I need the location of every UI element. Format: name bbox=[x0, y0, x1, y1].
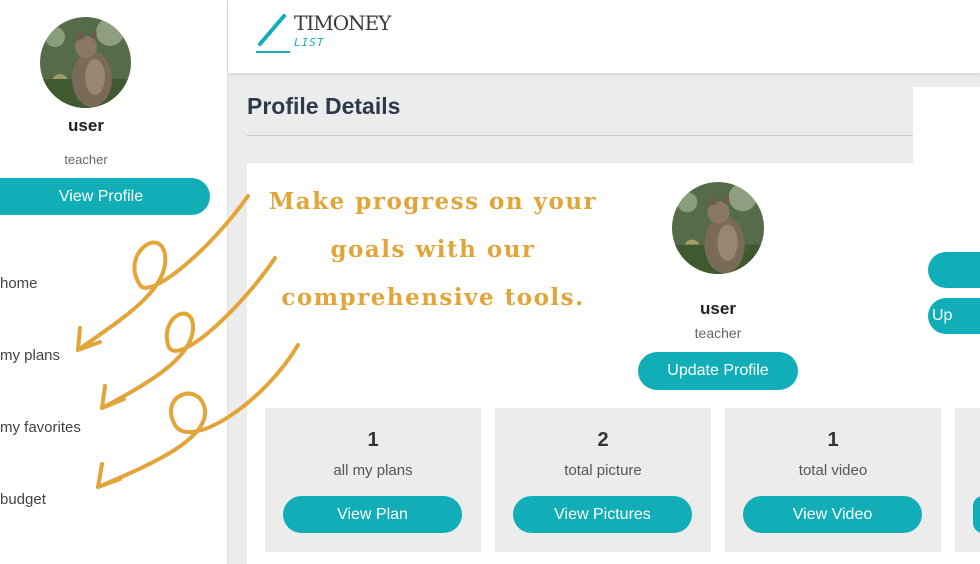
logo-subtitle: LIST bbox=[294, 36, 325, 49]
stat-label: total video bbox=[798, 462, 868, 479]
view-video-button[interactable]: View Video bbox=[743, 496, 922, 533]
sidebar-user-role: teacher bbox=[64, 152, 108, 167]
right-panel-button[interactable] bbox=[928, 252, 980, 288]
right-panel-update-button[interactable]: Up bbox=[928, 298, 980, 334]
stat-partial-button[interactable] bbox=[973, 496, 980, 533]
stat-label: total picture bbox=[564, 462, 642, 479]
promo-line: Make progress on your bbox=[268, 188, 598, 215]
sidebar-avatar[interactable] bbox=[40, 17, 131, 108]
top-header: TIMONEY LIST bbox=[228, 0, 980, 73]
update-profile-button[interactable]: Update Profile bbox=[638, 352, 798, 390]
profile-user-role: teacher bbox=[694, 325, 742, 341]
view-pictures-button[interactable]: View Pictures bbox=[513, 496, 692, 533]
logo-pen-icon bbox=[256, 14, 290, 53]
nav-item-my-plans[interactable]: my plans bbox=[0, 347, 60, 364]
profile-avatar[interactable] bbox=[672, 182, 764, 274]
view-plan-button[interactable]: View Plan bbox=[283, 496, 462, 533]
logo-title: TIMONEY bbox=[294, 11, 391, 35]
page-title: Profile Details bbox=[247, 93, 401, 119]
right-panel-update-label: Up bbox=[932, 307, 953, 324]
view-profile-button[interactable]: View Profile bbox=[0, 178, 210, 215]
title-divider bbox=[247, 135, 915, 136]
stat-count: 1 bbox=[367, 429, 379, 451]
promo-text: Make progress on your goals with our com… bbox=[258, 178, 608, 322]
stat-label: all my plans bbox=[333, 462, 413, 479]
nav-item-home[interactable]: home bbox=[0, 275, 38, 292]
stat-card-video: 1 total video View Video bbox=[725, 408, 941, 552]
avatar-cat-photo bbox=[40, 17, 131, 108]
sidebar: user teacher View Profile home my plans … bbox=[0, 0, 228, 564]
promo-line: comprehensive tools. bbox=[281, 284, 585, 311]
nav-item-budget[interactable]: budget bbox=[0, 491, 46, 508]
profile-user-name: user bbox=[700, 299, 736, 318]
nav-item-my-favorites[interactable]: my favorites bbox=[0, 419, 81, 436]
avatar-cat-photo bbox=[672, 182, 764, 274]
stat-card-pictures: 2 total picture View Pictures bbox=[495, 408, 711, 552]
sidebar-user-name: user bbox=[68, 116, 104, 135]
promo-line: goals with our bbox=[330, 236, 536, 263]
stat-count: 2 bbox=[597, 429, 609, 451]
stat-card-plans: 1 all my plans View Plan bbox=[265, 408, 481, 552]
stat-count: 1 bbox=[827, 429, 839, 451]
